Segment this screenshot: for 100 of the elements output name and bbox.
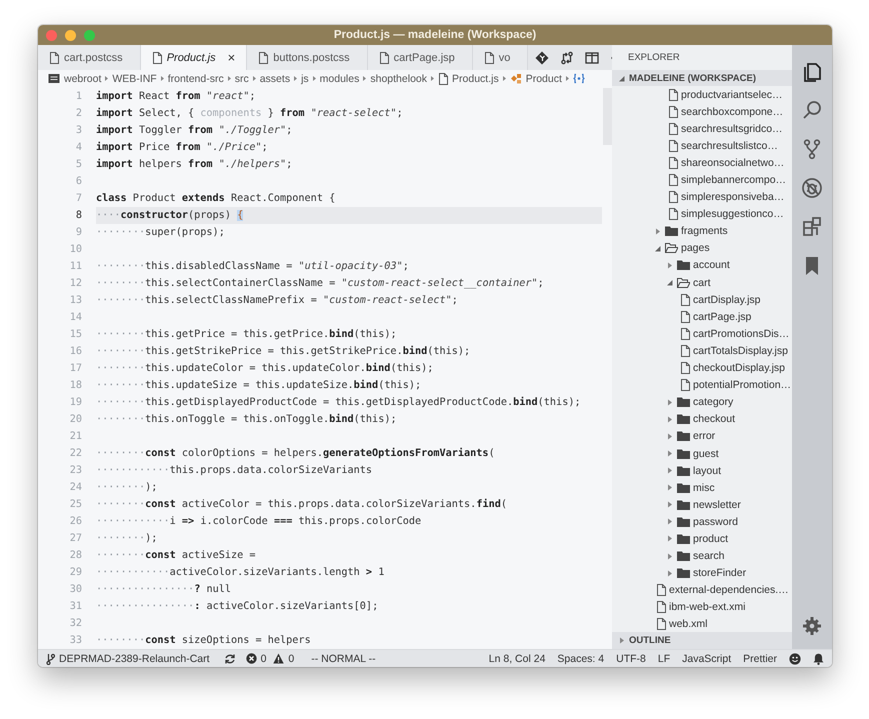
workspace-section-header[interactable]: MADELEINE (WORKSPACE) <box>612 70 792 86</box>
caret-icon[interactable] <box>666 484 673 492</box>
close-tab-button[interactable]: × <box>224 50 238 65</box>
tree-item[interactable]: searchresultsgridco… <box>612 120 792 138</box>
tree-item[interactable]: category <box>612 394 792 411</box>
tree-item[interactable]: web.xml <box>612 616 792 632</box>
file-icon <box>668 106 678 118</box>
caret-icon[interactable] <box>666 501 673 508</box>
tree-item[interactable]: newsletter <box>612 496 792 514</box>
breadcrumb-item[interactable]: WEB-INF <box>112 72 157 84</box>
status-item[interactable]: Ln 8, Col 24 <box>488 652 546 664</box>
braces-icon[interactable] <box>572 73 585 84</box>
caret-icon[interactable] <box>666 552 673 560</box>
caret-icon[interactable] <box>666 416 673 423</box>
caret-icon[interactable] <box>666 518 673 526</box>
caret-icon[interactable] <box>666 279 673 286</box>
caret-icon[interactable] <box>654 244 661 252</box>
status-item[interactable]: JavaScript <box>682 652 732 664</box>
bell-icon[interactable] <box>813 652 824 664</box>
minimize-button[interactable] <box>65 30 76 40</box>
tree-item[interactable]: account <box>612 256 792 274</box>
status-item[interactable]: Prettier <box>743 652 777 664</box>
code-line: import Price from "./Price"; <box>96 140 269 155</box>
status-item[interactable]: UTF-8 <box>616 652 646 664</box>
tree-item[interactable]: external-dependencies.… <box>612 582 792 599</box>
source-control-icon[interactable] <box>801 138 823 160</box>
breadcrumb-item[interactable]: webroot <box>48 72 102 84</box>
smiley-icon[interactable] <box>789 652 801 664</box>
tree-item[interactable]: simplebannercompo… <box>612 171 792 189</box>
breadcrumb-item[interactable]: shopthelook <box>370 72 428 84</box>
caret-icon[interactable] <box>618 637 625 644</box>
tree-item[interactable]: shareonsocialnetwo… <box>612 154 792 172</box>
editor-tab[interactable]: vo <box>472 45 528 70</box>
compare-icon[interactable] <box>560 50 574 64</box>
line-number: 11 <box>68 260 83 274</box>
caret-icon[interactable] <box>666 398 673 406</box>
caret-icon[interactable] <box>666 262 673 269</box>
tree-item[interactable]: cartPage.jsp <box>612 308 792 326</box>
outline-section-header[interactable]: OUTLINE <box>612 632 792 649</box>
problems-indicator[interactable]: 0 0 <box>246 652 298 664</box>
settings-icon[interactable] <box>802 616 822 636</box>
editor-tab[interactable]: cartPage.jsp <box>368 45 473 70</box>
caret-icon[interactable] <box>666 570 673 577</box>
sync-icon[interactable] <box>224 652 236 664</box>
tree-item[interactable]: potentialPromotion… <box>612 376 792 394</box>
line-number: 33 <box>68 634 83 648</box>
line-number: 13 <box>68 294 83 308</box>
breadcrumb-item[interactable]: modules <box>320 72 360 84</box>
editor-tab[interactable]: Product.js × <box>140 45 248 70</box>
tree-item[interactable]: cartDisplay.jsp <box>612 291 792 308</box>
zoom-button[interactable] <box>84 30 95 40</box>
breadcrumb-item[interactable]: js <box>301 72 309 84</box>
branch-indicator[interactable]: DEPRMAD-2389-Relaunch-Cart <box>46 652 210 664</box>
tree-item[interactable]: storeFinder <box>612 564 792 582</box>
split-editor-icon[interactable] <box>585 50 600 64</box>
breadcrumb-item[interactable]: assets <box>260 72 290 84</box>
line-number: 18 <box>68 379 83 393</box>
tree-item[interactable]: password <box>612 513 792 530</box>
tree-item[interactable]: searchboxcompone… <box>612 103 792 120</box>
tree-item[interactable]: simplesuggestionco… <box>612 206 792 223</box>
caret-icon[interactable] <box>666 450 673 458</box>
tree-item[interactable]: cartTotalsDisplay.jsp <box>612 342 792 360</box>
tree-item[interactable]: ibm-web-ext.xmi <box>612 598 792 616</box>
tree-item[interactable]: checkoutDisplay.jsp <box>612 360 792 377</box>
line-number: 30 <box>68 583 83 597</box>
tree-item[interactable]: simpleresponsiveba… <box>612 188 792 206</box>
caret-icon[interactable] <box>654 228 661 235</box>
tree-item[interactable]: search <box>612 548 792 565</box>
code-line: ········this.selectClassNamePrefix = "custom-react-select"; <box>96 294 459 308</box>
tree-item[interactable]: layout <box>612 462 792 480</box>
tree-item[interactable]: checkout <box>612 410 792 428</box>
tree-item[interactable]: searchresultslistco… <box>612 137 792 154</box>
tree-item[interactable]: pages <box>612 240 792 257</box>
tree-item[interactable]: guest <box>612 444 792 462</box>
caret-icon[interactable] <box>618 74 625 82</box>
breadcrumb-item[interactable]: Product <box>510 72 562 84</box>
no-bug-icon[interactable] <box>801 176 823 198</box>
chevron-icon <box>226 75 232 82</box>
git-icon[interactable] <box>535 50 550 64</box>
editor-tab[interactable]: buttons.postcss <box>247 45 368 70</box>
tree-item[interactable]: cart <box>612 274 792 292</box>
status-item[interactable]: Spaces: 4 <box>557 652 604 664</box>
editor-tab[interactable]: cart.postcss <box>38 45 141 70</box>
status-item[interactable]: LF <box>658 652 670 664</box>
tree-item[interactable]: fragments <box>612 222 792 240</box>
caret-icon[interactable] <box>666 432 673 440</box>
line-number: 29 <box>68 566 83 580</box>
tree-item[interactable]: misc <box>612 479 792 496</box>
line-number: 20 <box>68 413 83 427</box>
caret-icon[interactable] <box>666 467 673 474</box>
tree-item[interactable]: productvariantselec… <box>612 86 792 104</box>
breadcrumb-item[interactable]: frontend-src <box>168 72 224 84</box>
tree-item[interactable]: cartPromotionsDis… <box>612 325 792 342</box>
extensions-icon[interactable] <box>801 216 823 238</box>
breadcrumb-item[interactable]: Product.js <box>438 72 499 84</box>
tree-item[interactable]: product <box>612 530 792 548</box>
breadcrumb-item[interactable]: src <box>234 72 249 84</box>
caret-icon[interactable] <box>666 535 673 542</box>
search-icon[interactable] <box>801 98 823 120</box>
tree-item[interactable]: error <box>612 428 792 445</box>
